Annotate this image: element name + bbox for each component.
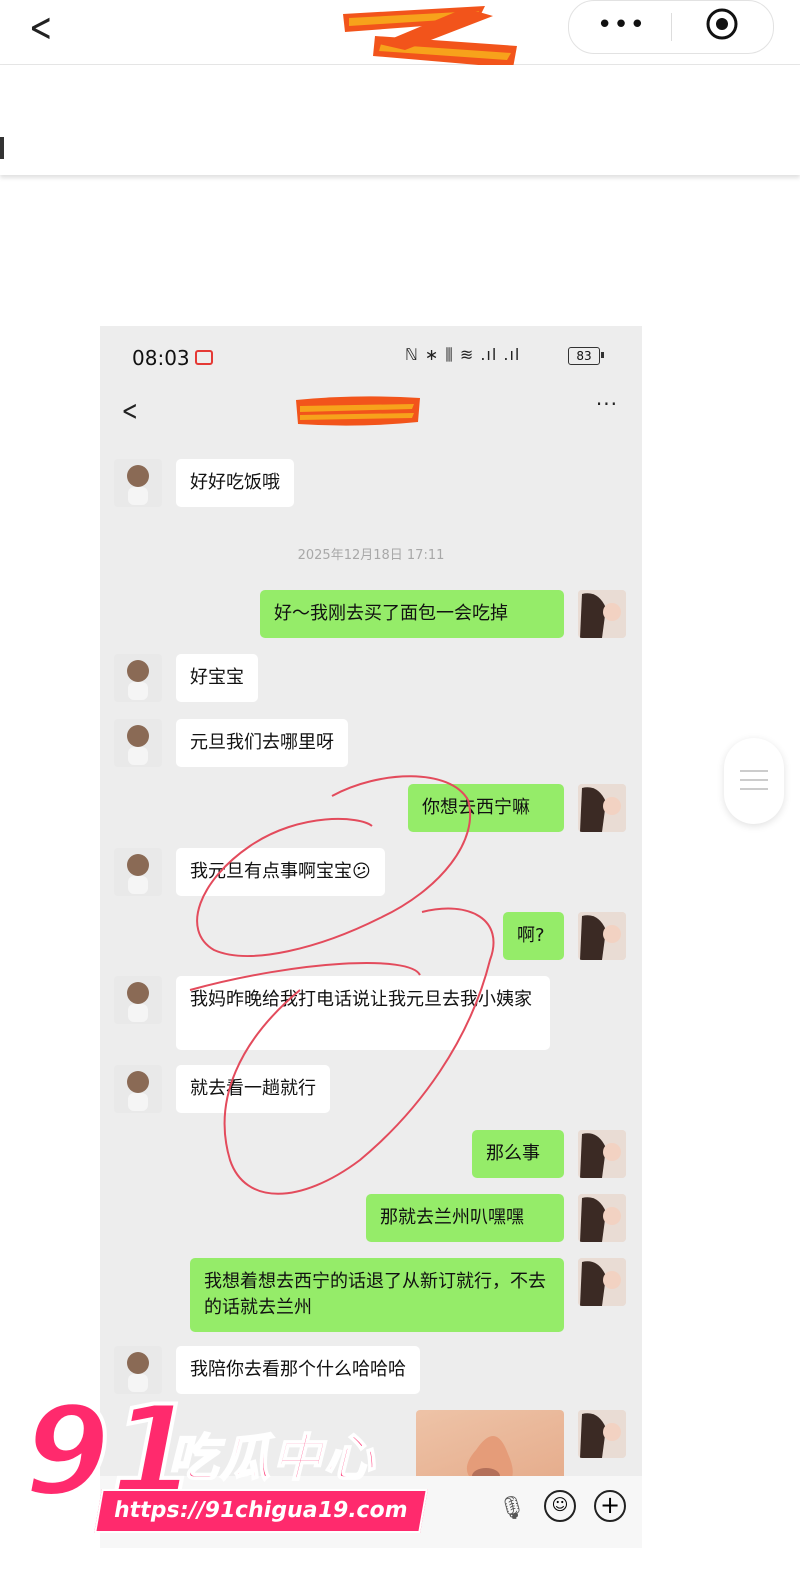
user-avatar[interactable]	[578, 1258, 626, 1306]
message-bubble-outgoing: 啊?	[503, 912, 564, 960]
message-bubble-outgoing: 好～我刚去买了面包一会吃掉	[260, 590, 564, 638]
message-bubble-incoming: 我妈昨晚给我打电话说让我元旦去我小姨家	[176, 976, 550, 1050]
message-bubble-incoming: 我陪你去看那个什么哈哈哈	[176, 1346, 420, 1394]
microphone-icon[interactable]: 🎙	[498, 1496, 526, 1521]
message-bubble-incoming: 好好吃饭哦	[176, 459, 294, 507]
user-avatar[interactable]	[578, 1194, 626, 1242]
chat-nav-bar: < ···	[100, 382, 642, 438]
message-bubble-outgoing: 那就去兰州叭嘿嘿	[366, 1194, 564, 1242]
message-bubble-incoming: 就去看一趟就行	[176, 1065, 330, 1113]
contact-avatar[interactable]	[114, 976, 162, 1024]
battery-icon: 83	[568, 347, 600, 365]
contact-avatar[interactable]	[114, 719, 162, 767]
back-button[interactable]: <	[29, 8, 52, 48]
plus-circle-icon[interactable]: +	[594, 1490, 626, 1522]
status-time: 08:03	[132, 346, 190, 370]
contact-name-redaction	[296, 396, 420, 426]
screen-record-icon	[195, 350, 213, 365]
battery-tip	[601, 352, 604, 358]
capsule-menu: •••	[568, 0, 774, 54]
chat-screenshot: 08:03 ℕ ∗ ⫼ ≋ .ıl .ıl 83 < ··· 好好吃饭哦 202…	[100, 326, 642, 1548]
user-avatar[interactable]	[578, 912, 626, 960]
capsule-divider	[671, 13, 672, 41]
mini-program-header: < •••	[0, 0, 800, 68]
watermark-url: https://91chigua19.com	[94, 1489, 428, 1533]
cropped-text-edge	[0, 137, 4, 159]
title-redaction-scribble	[343, 6, 517, 68]
message-bubble-outgoing: 我想着想去西宁的话退了从新订就行，不去的话就去兰州	[190, 1258, 564, 1332]
message-bubble-incoming: 好宝宝	[176, 654, 258, 702]
status-icons: ℕ ∗ ⫼ ≋ .ıl .ıl	[405, 345, 521, 364]
chat-more-icon[interactable]: ···	[596, 392, 618, 416]
floating-side-handle[interactable]	[724, 738, 784, 824]
smiley-icon[interactable]: ☺	[544, 1490, 576, 1522]
contact-avatar[interactable]	[114, 654, 162, 702]
watermark-name: 吃瓜中心	[167, 1428, 376, 1488]
message-bubble-outgoing: 你想去西宁嘛	[408, 784, 564, 832]
message-bubble-incoming: 元旦我们去哪里呀	[176, 719, 348, 767]
chat-back-icon[interactable]: <	[122, 394, 138, 427]
user-avatar[interactable]	[578, 590, 626, 638]
user-avatar[interactable]	[578, 784, 626, 832]
chat-timestamp: 2025年12月18日 17:11	[297, 548, 445, 563]
user-avatar[interactable]	[578, 1410, 626, 1458]
sub-header-panel	[0, 65, 800, 175]
more-dots-icon[interactable]: •••	[597, 11, 646, 39]
contact-avatar[interactable]	[114, 848, 162, 896]
message-bubble-outgoing: 那么事	[472, 1130, 564, 1178]
contact-avatar[interactable]	[114, 1346, 162, 1394]
contact-avatar[interactable]	[114, 1065, 162, 1113]
target-circle-icon[interactable]	[705, 7, 739, 41]
status-bar: 08:03 ℕ ∗ ⫼ ≋ .ıl .ıl 83	[100, 326, 642, 382]
user-avatar[interactable]	[578, 1130, 626, 1178]
contact-avatar[interactable]	[114, 459, 162, 507]
message-bubble-incoming: 我元旦有点事啊宝宝😕	[176, 848, 385, 896]
